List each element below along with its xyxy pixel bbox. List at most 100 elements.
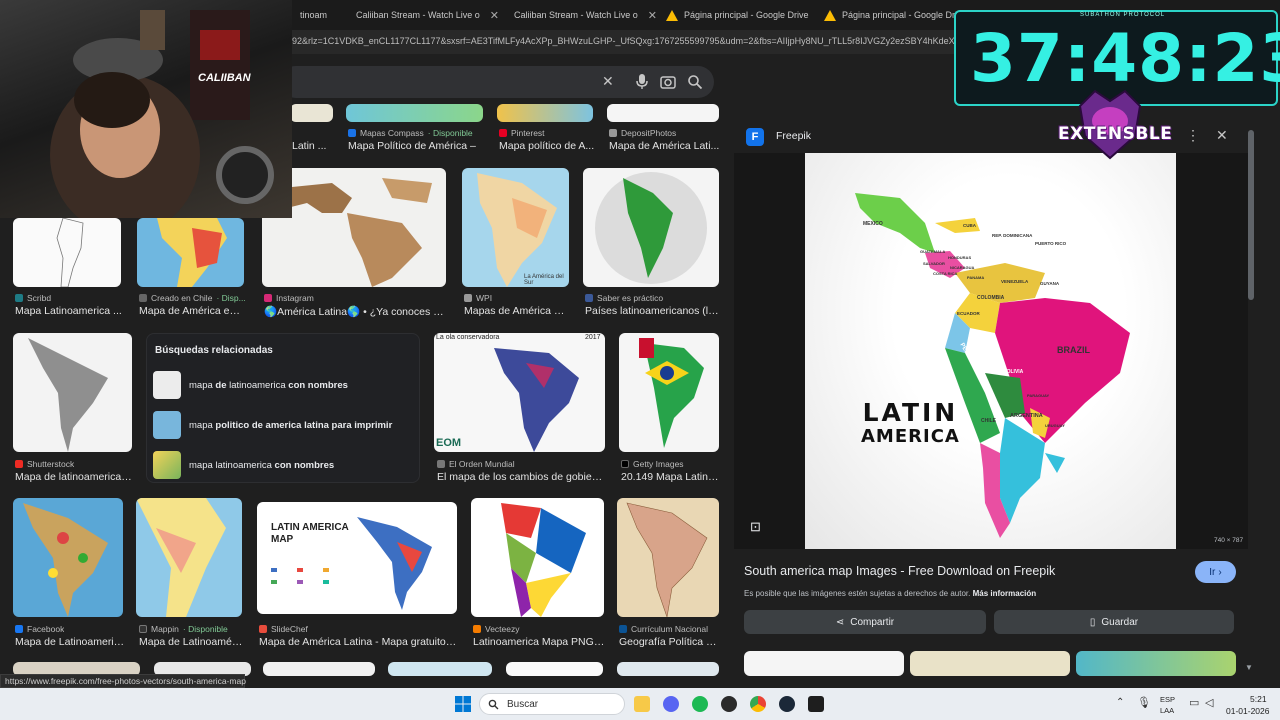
more-info-link[interactable]: Más información: [973, 589, 1037, 598]
lens-search-icon[interactable]: ⊡: [750, 519, 761, 535]
result-title[interactable]: 🌎América Latina🌎 • ¿Ya conoces nue...: [264, 305, 447, 318]
microphone-icon[interactable]: 🎙: [1137, 696, 1151, 709]
scroll-down-icon[interactable]: ▼: [1245, 663, 1253, 672]
chrome-icon[interactable]: [750, 696, 766, 712]
share-button[interactable]: ⋖ Compartir: [744, 610, 986, 634]
result-thumbnail[interactable]: [497, 104, 593, 122]
result-source: Saber es práctico: [585, 293, 663, 303]
spotify-icon[interactable]: [692, 696, 708, 712]
language-indicator[interactable]: ESP: [1160, 695, 1175, 704]
related-image-thumbnail[interactable]: [744, 651, 904, 676]
visit-button[interactable]: Ir ›: [1195, 561, 1236, 583]
result-title[interactable]: Geografía Política d...: [619, 636, 719, 648]
result-title[interactable]: 20.149 Mapa Latino...: [621, 471, 719, 483]
result-thumbnail[interactable]: [471, 498, 604, 617]
map-image: [477, 173, 557, 287]
result-title[interactable]: Mapa de latinoamerica: ...: [15, 471, 133, 483]
result-title[interactable]: Latin ...: [292, 140, 332, 152]
volume-icon[interactable]: ◁: [1205, 696, 1213, 709]
result-thumbnail[interactable]: [607, 104, 719, 122]
result-title[interactable]: El mapa de los cambios de gobierno...: [437, 471, 605, 483]
related-image-thumbnail[interactable]: [910, 651, 1070, 676]
result-title[interactable]: Países latinoamericanos (lis...: [585, 305, 719, 317]
discord-icon[interactable]: [663, 696, 679, 712]
result-thumbnail[interactable]: [506, 662, 603, 676]
tab-partial[interactable]: tinoam ✕: [292, 2, 338, 28]
steam-icon[interactable]: [779, 696, 795, 712]
result-thumbnail[interactable]: [263, 662, 375, 676]
panel-scrollbar[interactable]: [1248, 130, 1254, 300]
related-search-label: mapa latinoamerica con nombres: [189, 459, 335, 471]
microphone-icon[interactable]: [636, 74, 648, 90]
preview-image[interactable]: MEXICO CUBA REP. DOMINICANA PUERTO RICO …: [805, 153, 1176, 549]
result-thumbnail[interactable]: [290, 104, 333, 122]
result-source: Scribd: [15, 293, 51, 303]
related-search-item[interactable]: mapa latinoamerica con nombres: [153, 450, 415, 480]
result-thumbnail[interactable]: La América del Sur: [462, 168, 569, 287]
flags-map-image: [639, 338, 704, 448]
result-thumbnail[interactable]: [13, 333, 132, 452]
address-bar[interactable]: 92&rlz=1C1VDKB_enCL1177CL1177&sxsrf=AE3T…: [290, 30, 960, 54]
windows-start-icon[interactable]: [455, 696, 471, 712]
keyboard-layout[interactable]: LAA: [1160, 706, 1174, 715]
tab-drive-1[interactable]: Página principal - Google Drive ✕: [658, 2, 818, 28]
result-thumbnail[interactable]: [617, 498, 719, 617]
result-source: Mappin · Disponible: [139, 624, 228, 634]
result-thumbnail[interactable]: [388, 662, 492, 676]
result-title[interactable]: Mapa de Latinoaméri...: [139, 636, 243, 648]
panel-title[interactable]: South america map Images - Free Download…: [744, 564, 1055, 578]
capcut-icon[interactable]: [808, 696, 824, 712]
clock-time[interactable]: 5:21: [1250, 694, 1267, 704]
taskbar-search[interactable]: Buscar: [479, 693, 625, 715]
tab-kick-2[interactable]: Caliiban Stream - Watch Live o ✕: [500, 2, 658, 28]
result-title[interactable]: Mapa de América Latina - Mapa gratuito d…: [259, 636, 457, 648]
close-icon[interactable]: ✕: [648, 9, 657, 22]
map-label-panama: PANAMA: [967, 275, 985, 280]
result-thumbnail[interactable]: [136, 498, 242, 617]
result-title[interactable]: Latinoamerica Mapa PNG ...: [473, 636, 605, 648]
result-thumbnail[interactable]: [619, 333, 719, 452]
more-options-icon[interactable]: ⋮: [1186, 127, 1200, 144]
result-thumbnail[interactable]: [137, 218, 244, 287]
file-explorer-icon[interactable]: [634, 696, 650, 712]
extensible-badge: EXTENSBLE: [1058, 124, 1173, 144]
result-thumbnail[interactable]: [13, 218, 121, 287]
result-thumbnail[interactable]: [13, 498, 123, 617]
result-title[interactable]: Mapa de Latinoameric...: [15, 636, 125, 648]
google-drive-icon: [824, 9, 836, 21]
clear-icon[interactable]: ✕: [602, 73, 614, 90]
result-thumbnail[interactable]: La ola conservadora 2017 EOM: [434, 333, 605, 452]
result-title[interactable]: Mapa Latinoamerica ...: [15, 305, 125, 317]
chevron-up-icon[interactable]: ⌃: [1116, 697, 1124, 708]
tab-kick-1[interactable]: Caliiban Stream - Watch Live o ✕: [342, 2, 500, 28]
clock-date[interactable]: 01-01-2026: [1226, 706, 1269, 716]
result-thumbnail[interactable]: [346, 104, 483, 122]
search-icon[interactable]: [687, 74, 703, 90]
result-thumbnail[interactable]: [583, 168, 719, 287]
close-icon[interactable]: ✕: [490, 9, 499, 22]
result-title[interactable]: Mapa de América Lati...: [609, 140, 721, 152]
close-icon[interactable]: ✕: [337, 9, 338, 22]
map-label-rep-dom: REP. DOMINICANA: [992, 233, 1033, 238]
result-thumbnail[interactable]: LATIN AMERICA MAP: [257, 502, 457, 614]
related-search-item[interactable]: mapa de latinoamerica con nombres: [153, 370, 415, 400]
streamer-camera-image: [50, 10, 274, 218]
related-search-item[interactable]: mapa politico de america latina para imp…: [153, 410, 415, 440]
result-title[interactable]: Mapa Político de América –: [348, 140, 483, 152]
obs-icon[interactable]: [721, 696, 737, 712]
close-icon[interactable]: ✕: [1216, 127, 1228, 144]
save-button[interactable]: ▯ Guardar: [994, 610, 1234, 634]
result-title[interactable]: Mapa político de A...: [499, 140, 595, 152]
related-image-thumbnail[interactable]: [1076, 651, 1236, 676]
result-title[interactable]: Mapas de América La...: [464, 305, 569, 317]
panel-site-name[interactable]: Freepik: [776, 130, 811, 142]
network-icon[interactable]: ▭: [1189, 696, 1199, 709]
result-source: Mapas Compass · Disponible: [348, 128, 473, 138]
tab-drive-2[interactable]: Página principal - Google Drive: [816, 2, 956, 28]
result-thumbnail[interactable]: [617, 662, 719, 676]
vintage-map-image: [626, 502, 708, 617]
related-search-label: mapa politico de america latina para imp…: [189, 419, 393, 431]
lens-camera-icon[interactable]: [660, 74, 676, 90]
result-title[interactable]: Mapa de América en ...: [139, 305, 245, 317]
search-box[interactable]: ✕: [280, 66, 714, 98]
